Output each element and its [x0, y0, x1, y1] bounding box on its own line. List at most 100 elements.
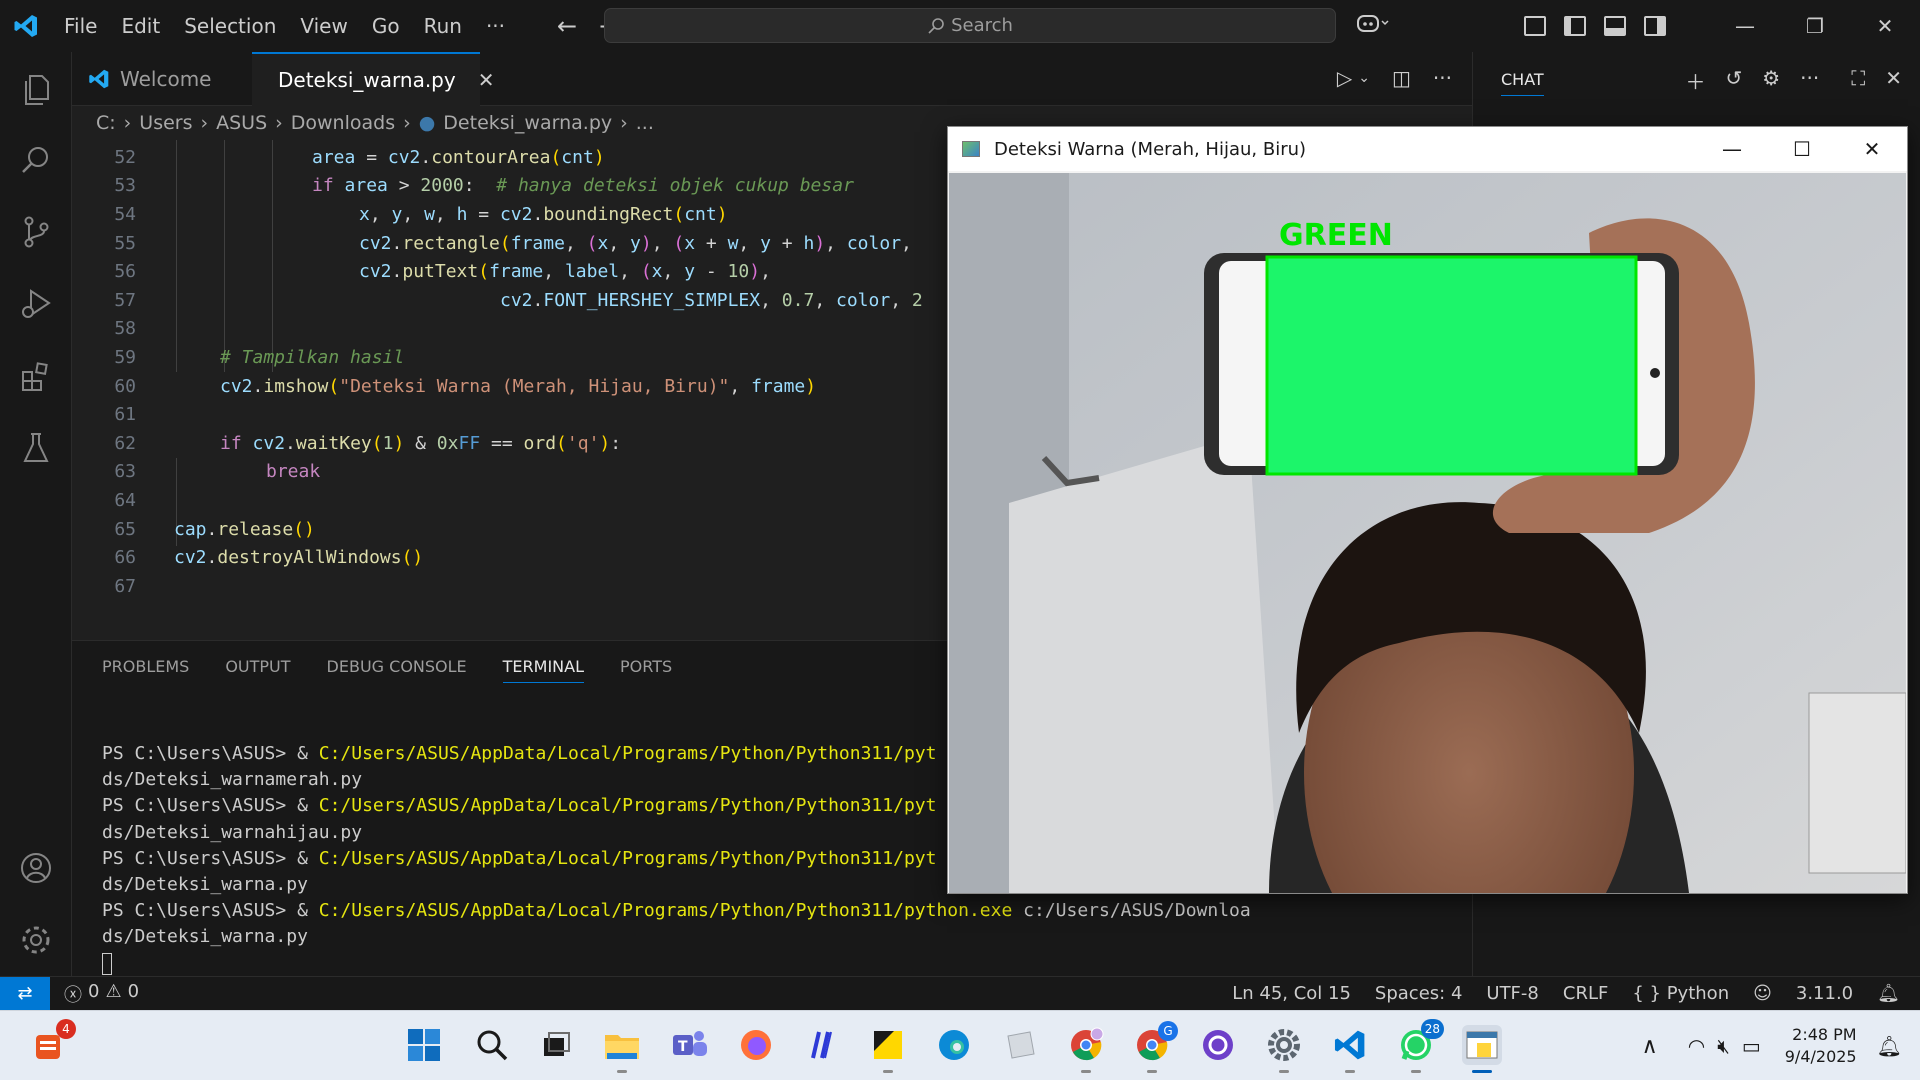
encoding[interactable]: UTF-8: [1486, 983, 1538, 1004]
vscode-taskbar-icon[interactable]: [1330, 1025, 1370, 1073]
breadcrumb-item[interactable]: ASUS: [216, 112, 267, 134]
menu-file[interactable]: File: [52, 0, 109, 52]
restore-icon[interactable]: ❐: [1780, 0, 1850, 52]
github-desktop-icon[interactable]: [1198, 1025, 1238, 1065]
notification-app-icon[interactable]: 4: [28, 1019, 76, 1065]
breadcrumb-item[interactable]: C:: [96, 112, 116, 134]
extensions-icon[interactable]: [16, 356, 56, 396]
explorer-icon[interactable]: [16, 70, 56, 110]
menu-run[interactable]: Run: [412, 0, 474, 52]
search-icon[interactable]: [472, 1025, 512, 1065]
search-icon[interactable]: [16, 140, 56, 180]
chrome-profile-2-icon[interactable]: G: [1132, 1021, 1178, 1073]
language-mode[interactable]: { } Python: [1632, 983, 1729, 1004]
detection-label: GREEN: [1279, 218, 1393, 253]
copilot-icon[interactable]: [1356, 12, 1390, 39]
indentation[interactable]: Spaces: 4: [1375, 983, 1462, 1004]
tab-terminal[interactable]: TERMINAL: [502, 657, 585, 683]
cursor-position[interactable]: Ln 45, Col 15: [1232, 983, 1351, 1004]
line-number: 62: [114, 432, 136, 454]
python-version[interactable]: 3.11.0: [1796, 983, 1853, 1004]
close-icon[interactable]: ✕: [1885, 66, 1902, 95]
opencv-window[interactable]: Deteksi Warna (Merah, Hijau, Biru) — ☐ ✕: [947, 126, 1908, 894]
edge-icon[interactable]: [934, 1025, 974, 1065]
copilot-status-icon[interactable]: ☺: [1753, 983, 1772, 1004]
customize-layout-icon[interactable]: [1524, 16, 1546, 36]
breadcrumb-item[interactable]: Users: [139, 112, 192, 134]
chrome-profile-1-icon[interactable]: [1066, 1025, 1106, 1073]
menu-more[interactable]: ···: [474, 0, 517, 52]
breadcrumb-item[interactable]: Deteksi_warna.py: [443, 112, 612, 134]
sticky-notes-icon[interactable]: [868, 1025, 908, 1073]
accounts-icon[interactable]: [16, 848, 56, 888]
close-icon[interactable]: ✕: [1837, 127, 1907, 171]
line-number: 56: [114, 261, 136, 283]
run-file-icon[interactable]: ▷: [1337, 66, 1352, 90]
split-editor-icon[interactable]: ◫: [1392, 66, 1411, 90]
chevron-down-icon[interactable]: ⌄: [1358, 66, 1370, 90]
breadcrumb-item[interactable]: Downloads: [291, 112, 395, 134]
volume-muted-icon[interactable]: 🔇︎: [1717, 1034, 1730, 1058]
maximize-icon[interactable]: ☐: [1767, 127, 1837, 171]
editor-actions: ▷ ⌄ ◫ ···: [1337, 66, 1452, 90]
menu-edit[interactable]: Edit: [109, 0, 172, 52]
notification-bell-icon[interactable]: 🔔︎: [1877, 1034, 1902, 1058]
more-actions-icon[interactable]: ···: [1433, 66, 1452, 90]
minimize-icon[interactable]: —: [1710, 0, 1780, 52]
manage-gear-icon[interactable]: [16, 920, 56, 960]
windows-start-icon[interactable]: [404, 1025, 444, 1065]
notes-app-icon[interactable]: [802, 1025, 842, 1065]
opencv-window-controls: — ☐ ✕: [1697, 127, 1907, 171]
python-opencv-taskbar-icon[interactable]: [1462, 1025, 1502, 1073]
line-number: 55: [114, 232, 136, 254]
problems-status[interactable]: ⓧ 0 ⚠ 0: [64, 981, 139, 1007]
wifi-icon[interactable]: ◠: [1688, 1034, 1705, 1058]
menu-view[interactable]: View: [288, 0, 359, 52]
chat-title[interactable]: CHAT: [1501, 70, 1544, 96]
task-view-icon[interactable]: [536, 1025, 576, 1065]
menu-selection[interactable]: Selection: [172, 0, 288, 52]
breadcrumb-item[interactable]: ...: [636, 112, 654, 134]
tab-ports[interactable]: PORTS: [620, 657, 672, 683]
close-icon[interactable]: ✕: [1850, 0, 1920, 52]
bell-icon[interactable]: 🔔︎: [1877, 983, 1900, 1004]
new-chat-icon[interactable]: ＋: [1685, 66, 1705, 95]
tab-welcome[interactable]: Welcome: [72, 52, 250, 106]
running-indicator: [1345, 1070, 1355, 1073]
tab-debug-console[interactable]: DEBUG CONSOLE: [327, 657, 467, 683]
opencv-title-bar[interactable]: Deteksi Warna (Merah, Hijau, Biru) — ☐ ✕: [948, 127, 1907, 171]
end-of-line[interactable]: CRLF: [1563, 983, 1608, 1004]
generic-app-icon[interactable]: [1000, 1025, 1040, 1065]
toggle-sidebar-icon[interactable]: [1564, 16, 1586, 36]
chevron-up-icon[interactable]: ∧: [1642, 1034, 1658, 1059]
maximize-icon[interactable]: ⛶: [1851, 66, 1865, 95]
active-indicator: [1472, 1070, 1492, 1073]
gear-icon[interactable]: ⚙: [1762, 66, 1780, 95]
command-center-search[interactable]: Search: [604, 8, 1336, 43]
tab-problems[interactable]: PROBLEMS: [102, 657, 189, 683]
error-count: 0: [88, 980, 100, 1002]
tab-deteksi-warna[interactable]: Deteksi_warna.py ✕: [252, 52, 494, 106]
toggle-panel-icon[interactable]: [1604, 16, 1626, 36]
history-icon[interactable]: ↺: [1725, 66, 1742, 95]
more-actions-icon[interactable]: ···: [1800, 66, 1819, 95]
battery-icon[interactable]: ▭: [1742, 1034, 1761, 1058]
menu-go[interactable]: Go: [360, 0, 412, 52]
tab-output[interactable]: OUTPUT: [225, 657, 290, 683]
source-control-icon[interactable]: [16, 212, 56, 252]
remote-indicator-icon[interactable]: ⇄: [0, 976, 50, 1011]
teams-icon[interactable]: T: [670, 1025, 710, 1065]
testing-icon[interactable]: [16, 428, 56, 468]
close-tab-icon[interactable]: ✕: [478, 68, 495, 92]
file-explorer-icon[interactable]: [602, 1025, 642, 1073]
whatsapp-icon[interactable]: 28: [1396, 1019, 1444, 1073]
code-line: 65 cap.release(): [72, 515, 315, 544]
firefox-icon[interactable]: [736, 1025, 776, 1065]
clock[interactable]: 2:48 PM 9/4/2025: [1785, 1024, 1857, 1068]
run-debug-icon[interactable]: [16, 284, 56, 324]
minimize-icon[interactable]: —: [1697, 127, 1767, 171]
back-arrow-icon[interactable]: ←: [557, 12, 577, 40]
terminal-line: PS C:\Users\ASUS> & C:/Users/ASUS/AppDat…: [102, 795, 937, 817]
toggle-secondary-sidebar-icon[interactable]: [1644, 16, 1666, 36]
settings-gear-icon[interactable]: [1264, 1025, 1304, 1073]
